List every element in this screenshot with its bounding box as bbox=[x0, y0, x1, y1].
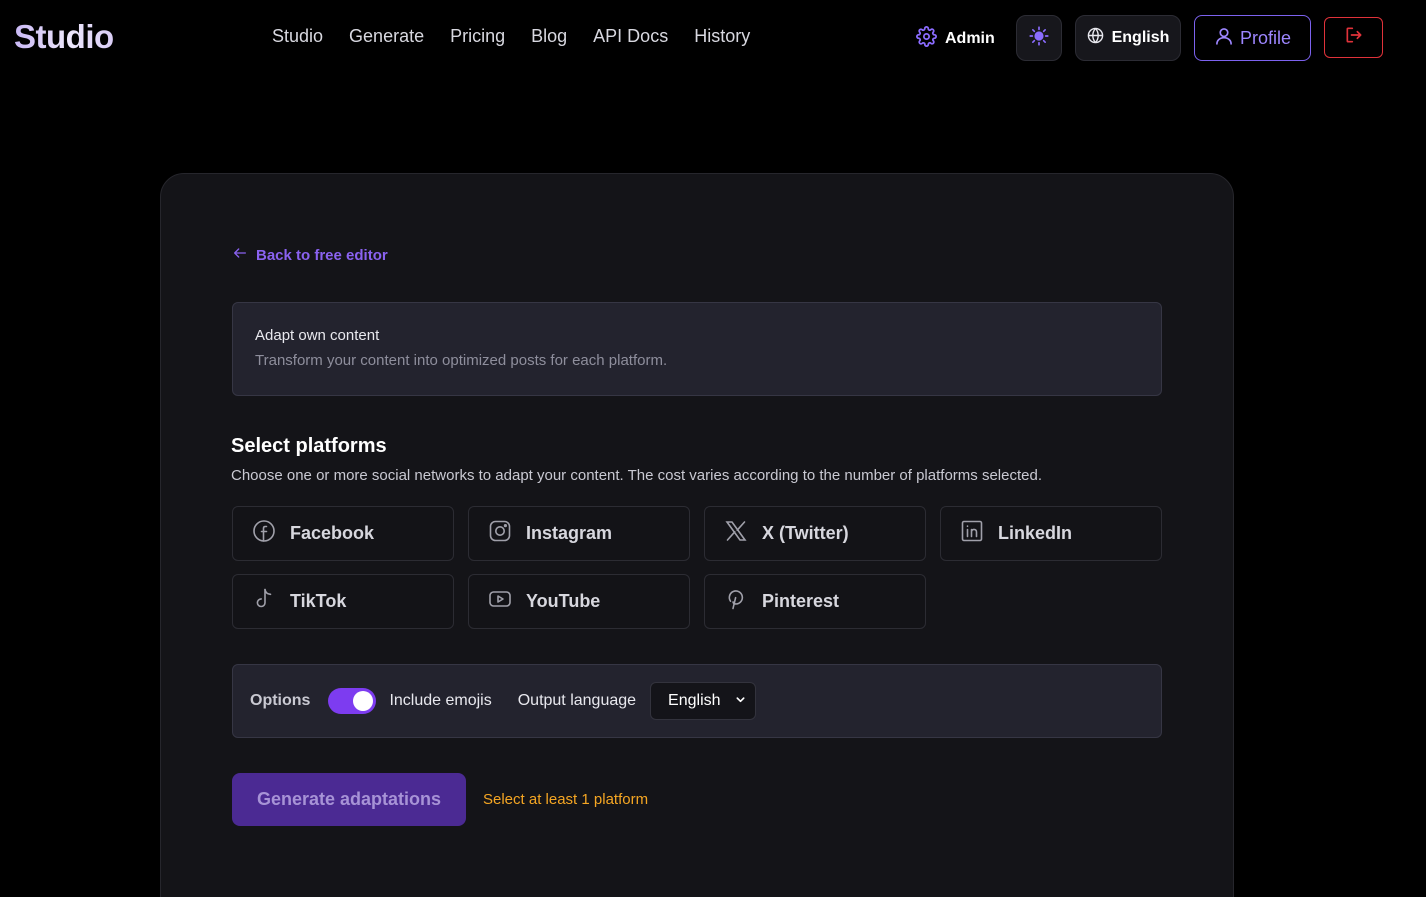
output-language-label: Output language bbox=[517, 692, 637, 709]
chevron-down-icon bbox=[735, 692, 746, 710]
youtube-icon bbox=[488, 587, 512, 616]
platform-grid: Facebook Instagram X (Twitter) LinkedIn … bbox=[232, 506, 1164, 629]
platform-label: Instagram bbox=[526, 523, 613, 543]
platform-label: TikTok bbox=[290, 591, 347, 611]
admin-label: Admin bbox=[945, 30, 995, 47]
logout-icon bbox=[1344, 25, 1364, 50]
facebook-icon bbox=[252, 519, 276, 548]
profile-label: Profile bbox=[1239, 27, 1292, 48]
toggle-knob bbox=[353, 691, 374, 711]
instagram-icon bbox=[488, 519, 512, 548]
generate-adaptations-button[interactable]: Generate adaptations bbox=[232, 773, 466, 826]
nav-history[interactable]: History bbox=[694, 26, 750, 47]
mode-info-box: Adapt own content Transform your content… bbox=[232, 302, 1162, 396]
platform-x-twitter[interactable]: X (Twitter) bbox=[704, 506, 926, 561]
platform-instagram[interactable]: Instagram bbox=[468, 506, 690, 561]
user-icon bbox=[1214, 26, 1234, 51]
output-language-value: English bbox=[668, 692, 721, 709]
platform-label: X (Twitter) bbox=[762, 523, 849, 543]
nav-pricing[interactable]: Pricing bbox=[450, 26, 505, 47]
globe-icon bbox=[1087, 27, 1104, 49]
emoji-toggle[interactable] bbox=[328, 688, 377, 714]
theme-toggle-button[interactable] bbox=[1016, 15, 1062, 61]
options-label: Options bbox=[250, 692, 311, 709]
platform-label: LinkedIn bbox=[998, 523, 1073, 543]
logout-button[interactable] bbox=[1324, 17, 1383, 58]
platform-label: Pinterest bbox=[762, 591, 840, 611]
platform-label: Facebook bbox=[290, 523, 375, 543]
back-link-label: Back to free editor bbox=[256, 246, 388, 264]
pinterest-icon bbox=[724, 587, 748, 616]
gear-icon bbox=[916, 26, 937, 52]
options-panel: Options Include emojis Output language E… bbox=[232, 664, 1162, 738]
nav-api-docs[interactable]: API Docs bbox=[593, 26, 668, 47]
include-emojis-label: Include emojis bbox=[389, 692, 492, 709]
nav-generate[interactable]: Generate bbox=[349, 26, 424, 47]
platform-tiktok[interactable]: TikTok bbox=[232, 574, 454, 629]
profile-button[interactable]: Profile bbox=[1194, 15, 1311, 61]
x-icon bbox=[724, 519, 748, 548]
main-nav: Studio Generate Pricing Blog API Docs Hi… bbox=[272, 26, 750, 47]
output-language-select[interactable]: English bbox=[650, 682, 757, 720]
app-logo[interactable]: Studio bbox=[14, 18, 114, 56]
tiktok-icon bbox=[252, 587, 276, 616]
nav-blog[interactable]: Blog bbox=[531, 26, 567, 47]
platform-warning: Select at least 1 platform bbox=[483, 791, 649, 808]
sun-icon bbox=[1029, 25, 1049, 51]
language-button[interactable]: English bbox=[1075, 15, 1181, 61]
mode-subtitle: Transform your content into optimized po… bbox=[255, 352, 668, 369]
linkedin-icon bbox=[960, 519, 984, 548]
platform-pinterest[interactable]: Pinterest bbox=[704, 574, 926, 629]
platform-facebook[interactable]: Facebook bbox=[232, 506, 454, 561]
platforms-description: Choose one or more social networks to ad… bbox=[231, 467, 1042, 484]
platform-youtube[interactable]: YouTube bbox=[468, 574, 690, 629]
platform-label: YouTube bbox=[526, 591, 601, 611]
mode-title: Adapt own content bbox=[255, 327, 380, 344]
admin-link[interactable]: Admin bbox=[916, 26, 995, 52]
platforms-heading: Select platforms bbox=[231, 435, 387, 457]
nav-studio[interactable]: Studio bbox=[272, 26, 323, 47]
language-label: English bbox=[1111, 29, 1170, 46]
back-to-editor-link[interactable]: Back to free editor bbox=[232, 245, 388, 265]
arrow-left-icon bbox=[232, 245, 248, 265]
platform-linkedin[interactable]: LinkedIn bbox=[940, 506, 1162, 561]
